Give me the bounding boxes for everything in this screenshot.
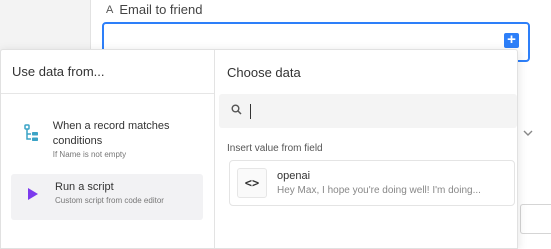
chevron-down-icon[interactable] xyxy=(523,126,533,140)
search-input[interactable] xyxy=(250,103,490,119)
source-item-title: When a record matches conditions xyxy=(52,120,170,147)
choose-data-column: Choose data Insert value from field <> o… xyxy=(215,50,517,248)
add-dynamic-value-button[interactable]: + xyxy=(504,32,519,48)
field-option-openai[interactable]: <> openai Hey Max, I hope you're doing w… xyxy=(229,160,515,206)
source-item-subtitle: Custom script from code editor xyxy=(55,196,164,205)
source-item-subtitle: If Name is not empty xyxy=(52,150,127,159)
use-data-from-header: Use data from... xyxy=(1,50,214,94)
section-label: Insert value from field xyxy=(227,143,323,154)
field-option-title: openai xyxy=(277,170,311,182)
source-item-title: Run a script xyxy=(55,181,114,193)
field-option-preview: Hey Max, I hope you're doing well! I'm d… xyxy=(277,185,481,196)
search-bar[interactable] xyxy=(219,94,517,128)
record-conditions-icon xyxy=(23,119,41,147)
search-icon xyxy=(231,102,242,120)
background-input[interactable] xyxy=(520,204,551,234)
source-record-matches[interactable]: When a record matches conditions If Name… xyxy=(11,113,203,165)
data-source-column: Use data from... When a record matches c… xyxy=(1,50,215,248)
source-run-script[interactable]: Run a script Custom script from code edi… xyxy=(11,174,203,220)
field-label-text: Email to friend xyxy=(119,2,203,17)
play-icon xyxy=(23,180,43,208)
choose-data-header: Choose data xyxy=(227,64,301,80)
field-label: A Email to friend xyxy=(106,2,202,17)
code-icon: <> xyxy=(237,168,267,198)
text-field-icon: A xyxy=(106,3,114,16)
data-picker-popover: Use data from... When a record matches c… xyxy=(0,49,518,249)
